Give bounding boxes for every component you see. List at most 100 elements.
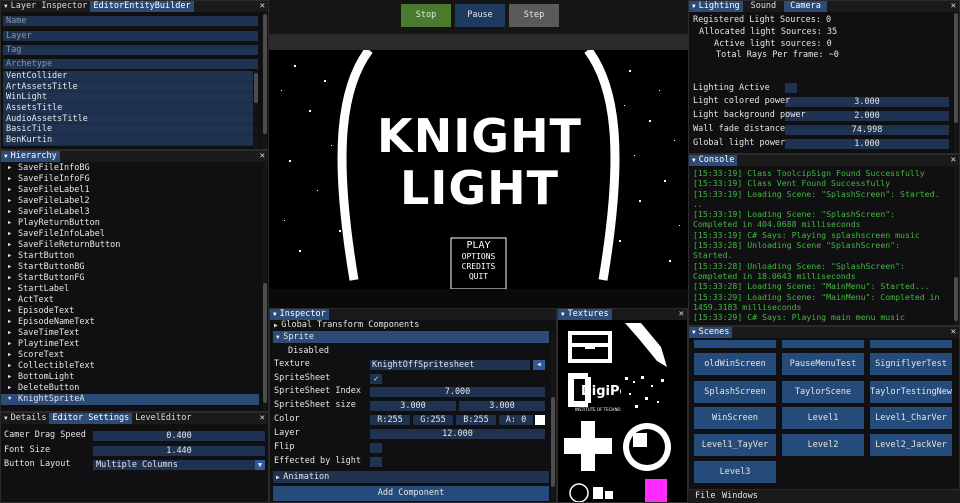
scene-button[interactable]: Level1_TayVer xyxy=(694,434,776,456)
menu-play[interactable]: PLAY xyxy=(452,240,505,251)
lighting-scrollbar[interactable] xyxy=(954,13,958,153)
round-texture[interactable] xyxy=(623,423,671,471)
tree-item[interactable]: StartButtonBG xyxy=(1,262,259,273)
tree-item[interactable]: EpisodeNameText xyxy=(1,317,259,328)
tab-camera[interactable]: Camera xyxy=(784,1,827,12)
tree-item[interactable]: SaveFileLabel1 xyxy=(1,185,259,196)
tab-hierarchy[interactable]: ▼ Hierarchy xyxy=(1,151,60,162)
wall-fade-distance-input[interactable]: 74.998 xyxy=(785,125,949,135)
menu-options[interactable]: OPTIONS xyxy=(452,252,505,262)
color-g-input[interactable]: G:255 xyxy=(413,415,453,425)
menu-file[interactable]: File xyxy=(695,491,715,502)
menu-quit[interactable]: QUIT xyxy=(452,272,505,282)
scene-button[interactable]: SplashScreen xyxy=(694,381,776,403)
tree-item[interactable]: StartLabel xyxy=(1,284,259,295)
global-transform-header[interactable]: ▶ Global Transform Components xyxy=(274,320,419,331)
flip-checkbox[interactable] xyxy=(370,443,382,453)
close-icon[interactable]: ✕ xyxy=(951,327,956,338)
tree-item[interactable]: DeleteButton xyxy=(1,383,259,394)
tree-item[interactable]: PlaytimeText xyxy=(1,339,259,350)
button-layout-select[interactable]: Multiple Columns ▼ xyxy=(93,460,265,470)
color-b-input[interactable]: B:255 xyxy=(456,415,496,425)
list-item[interactable]: ArtAssetsTitle xyxy=(3,81,253,93)
tree-item[interactable]: BottomLight xyxy=(1,372,259,383)
tree-item[interactable]: SaveFileReturnButton xyxy=(1,240,259,251)
list-item[interactable]: BasicTile xyxy=(3,124,253,136)
tree-item[interactable]: EpisodeText xyxy=(1,306,259,317)
tree-item[interactable]: StartButtonFG xyxy=(1,273,259,284)
tab-editor-entity-builder[interactable]: EditorEntityBuilder xyxy=(90,1,194,12)
collapse-icon[interactable]: ▼ xyxy=(4,413,8,424)
tab-editor-settings[interactable]: Editor Settings xyxy=(49,413,133,424)
noise-texture[interactable] xyxy=(621,373,671,413)
tab-textures[interactable]: ▼ Textures xyxy=(558,309,612,320)
tree-item[interactable]: StartButton xyxy=(1,251,259,262)
close-icon[interactable]: ✕ xyxy=(951,1,956,12)
scene-button[interactable]: Level3 xyxy=(694,461,776,483)
close-icon[interactable]: ✕ xyxy=(260,1,265,12)
tree-item-selected[interactable]: KnightSpriteA xyxy=(1,394,259,405)
tab-scenes[interactable]: ▼ Scenes xyxy=(689,327,733,338)
tree-item[interactable]: ScoreText xyxy=(1,350,259,361)
scene-button[interactable]: TaylorScene xyxy=(782,381,864,403)
scene-button[interactable]: SigniflyerTest xyxy=(870,353,952,375)
tree-item[interactable]: SaveFileInfoLabel xyxy=(1,229,259,240)
spritesheet-index-input[interactable]: 7.000 xyxy=(370,387,545,397)
collapse-icon[interactable]: ▼ xyxy=(273,309,277,320)
inspector-scrollbar[interactable] xyxy=(551,331,555,501)
tab-lighting[interactable]: ▼ Lighting xyxy=(689,1,743,12)
close-icon[interactable]: ✕ xyxy=(679,309,684,320)
tree-item[interactable]: SaveFileInfoFG xyxy=(1,174,259,185)
menu-credits[interactable]: CREDITS xyxy=(452,262,505,272)
step-button[interactable]: Step xyxy=(509,4,559,27)
sprite-header[interactable]: ▼ Sprite xyxy=(273,331,549,343)
archetype-field[interactable]: Archetype xyxy=(3,59,258,69)
collapse-icon[interactable]: ▼ xyxy=(4,1,8,12)
scene-button[interactable]: Level1 xyxy=(782,407,864,429)
name-field[interactable]: Name xyxy=(3,16,258,26)
tab-details[interactable]: ▼ Details xyxy=(1,413,49,424)
close-icon[interactable]: ✕ xyxy=(951,155,956,166)
list-item[interactable]: WinLight xyxy=(3,92,253,104)
menu-windows[interactable]: Windows xyxy=(722,491,758,502)
cross-texture[interactable] xyxy=(564,421,612,471)
spritesheet-checkbox[interactable]: ✓ xyxy=(370,374,382,384)
list-item[interactable]: AssetsTitle xyxy=(3,103,253,114)
close-icon[interactable]: ✕ xyxy=(260,151,265,162)
collapse-icon[interactable]: ▼ xyxy=(692,1,696,12)
spritesheet-size-y-input[interactable]: 3.000 xyxy=(459,401,545,411)
scene-button[interactable]: Level2_JackVer xyxy=(870,434,952,456)
scene-button[interactable]: PauseMenuTest xyxy=(782,353,864,375)
entity-list-scrollbar[interactable] xyxy=(254,71,258,149)
tree-item[interactable]: ActText xyxy=(1,295,259,306)
stop-button[interactable]: Stop xyxy=(401,4,451,27)
scene-button[interactable]: WinScreen xyxy=(694,407,776,429)
scene-button[interactable]: Level1_CharVer xyxy=(870,407,952,429)
global-light-power-input[interactable]: 1.000 xyxy=(785,139,949,149)
close-icon[interactable]: ✕ xyxy=(260,413,265,424)
magenta-texture[interactable] xyxy=(623,479,667,503)
color-a-input[interactable]: A: 0 xyxy=(499,415,533,425)
tag-field[interactable]: Tag xyxy=(3,45,258,55)
tree-item[interactable]: SaveFileLabel3 xyxy=(1,207,259,218)
affected-checkbox[interactable] xyxy=(370,457,382,467)
chest-texture[interactable] xyxy=(568,331,612,363)
tree-item[interactable]: SaveFileLabel2 xyxy=(1,196,259,207)
pause-button[interactable]: Pause xyxy=(455,4,505,27)
font-size-input[interactable]: 1.440 xyxy=(93,446,265,456)
tab-level-editor[interactable]: LevelEditor xyxy=(132,413,194,424)
collapse-icon[interactable]: ▼ xyxy=(4,151,8,162)
spritesheet-size-x-input[interactable]: 3.000 xyxy=(370,401,456,411)
sword-texture[interactable] xyxy=(625,323,667,367)
texture-arrow-button[interactable]: ◀ xyxy=(533,360,545,370)
layer-field[interactable]: Layer xyxy=(3,31,258,41)
pattern-texture[interactable] xyxy=(569,483,613,502)
layer-input[interactable]: 12.000 xyxy=(370,429,545,439)
console-scrollbar[interactable] xyxy=(954,167,958,325)
lighting-active-checkbox[interactable] xyxy=(785,83,797,93)
texture-thumbnails[interactable]: DigiPen INSTITUTE OF TECHNOLOGY xyxy=(561,321,685,503)
scene-button[interactable]: TaylorTestingNew xyxy=(870,381,952,403)
collapse-icon[interactable]: ▼ xyxy=(692,327,696,338)
tab-console[interactable]: ▼ Console xyxy=(689,155,738,166)
collapse-icon[interactable]: ▼ xyxy=(561,309,565,320)
